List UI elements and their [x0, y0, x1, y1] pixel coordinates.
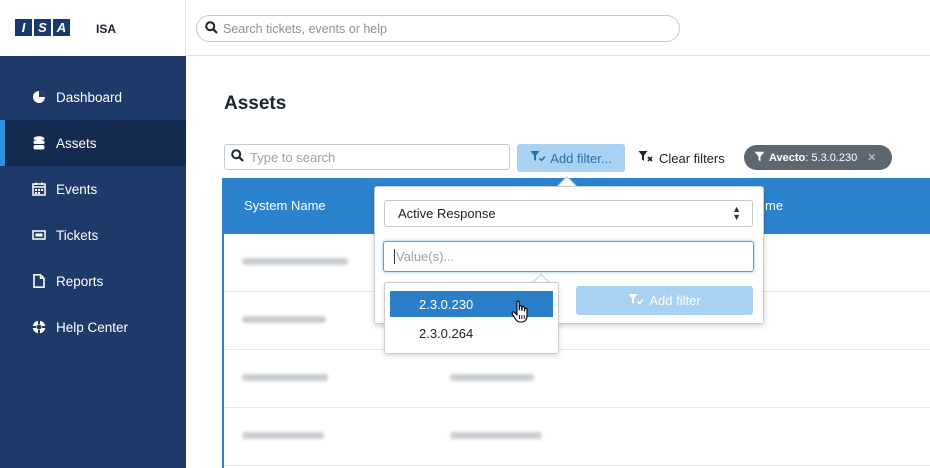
remove-filter-icon[interactable]: ✕: [867, 151, 876, 164]
sidebar: Dashboard Assets Events Tickets Reports …: [0, 56, 186, 468]
global-search-placeholder: Search tickets, events or help: [223, 21, 387, 36]
value-autocomplete-list: 2.3.0.230 2.3.0.264: [384, 282, 559, 354]
search-icon: [205, 20, 218, 37]
logo-letter-s: S: [34, 19, 51, 36]
top-bar: I S A ISA Search tickets, events or help: [0, 0, 930, 56]
sidebar-item-reports[interactable]: Reports: [0, 258, 186, 304]
sidebar-item-label: Assets: [56, 135, 97, 151]
sidebar-item-tickets[interactable]: Tickets: [0, 212, 186, 258]
search-icon: [231, 149, 244, 165]
isa-logo[interactable]: I S A: [15, 19, 70, 36]
active-filter-value: : 5.3.0.230: [805, 151, 858, 164]
lifebuoy-icon: [30, 320, 48, 334]
calendar-icon: [30, 182, 48, 196]
sidebar-item-label: Reports: [56, 273, 104, 289]
blurred-cell: [242, 316, 326, 323]
table-row[interactable]: [224, 350, 930, 408]
filter-icon: [754, 151, 765, 165]
active-filter-text: Avecto: 5.3.0.230: [769, 152, 857, 164]
filter-add-icon: [628, 293, 644, 309]
blurred-cell: [242, 374, 328, 381]
app-name: ISA: [96, 22, 117, 36]
apply-filter-label: Add filter: [649, 293, 701, 308]
sidebar-item-assets[interactable]: Assets: [0, 120, 186, 166]
sidebar-item-label: Tickets: [56, 227, 99, 243]
table-row[interactable]: [224, 408, 930, 466]
sidebar-item-dashboard[interactable]: Dashboard: [0, 74, 186, 120]
document-icon: [30, 274, 48, 288]
active-filter-key: Avecto: [769, 151, 806, 164]
column-header-system-name[interactable]: System Name: [244, 198, 326, 213]
text-cursor: [394, 249, 395, 264]
sidebar-item-label: Events: [56, 181, 98, 197]
blurred-cell: [450, 432, 542, 439]
filter-field-value: Active Response: [398, 206, 496, 221]
database-icon: [30, 136, 48, 150]
logo-area: I S A ISA: [0, 0, 186, 56]
filter-add-icon: [530, 150, 546, 166]
blurred-cell: [242, 258, 348, 265]
logo-letter-a: A: [53, 19, 70, 36]
filter-clear-icon: [638, 150, 654, 166]
select-caret-icon: ▲ ▼: [732, 204, 741, 222]
filter-field-select[interactable]: Active Response ▲ ▼: [384, 200, 753, 227]
add-filter-label: Add filter...: [550, 150, 612, 166]
blurred-cell: [450, 374, 534, 381]
hand-pointer-icon: [511, 300, 531, 327]
clear-filters-button[interactable]: Clear filters: [638, 145, 725, 171]
sidebar-item-help-center[interactable]: Help Center: [0, 304, 186, 350]
sidebar-item-label: Help Center: [56, 319, 129, 335]
asset-search-placeholder: Type to search: [250, 149, 336, 165]
logo-letter-i: I: [15, 19, 32, 36]
column-header-name[interactable]: me: [765, 198, 783, 213]
apply-filter-button[interactable]: Add filter: [576, 286, 753, 315]
add-filter-button[interactable]: Add filter...: [517, 144, 625, 172]
filter-value-placeholder: Value(s)...: [396, 249, 455, 264]
ticket-icon: [30, 229, 48, 241]
sidebar-item-label: Dashboard: [56, 89, 123, 105]
filter-value-input[interactable]: Value(s)...: [383, 241, 754, 272]
asset-search-input[interactable]: Type to search: [224, 144, 510, 170]
dashboard-icon: [30, 90, 48, 104]
sidebar-item-events[interactable]: Events: [0, 166, 186, 212]
page-title: Assets: [224, 93, 287, 114]
active-filter-chip[interactable]: Avecto: 5.3.0.230 ✕: [744, 145, 892, 170]
clear-filters-label: Clear filters: [659, 150, 725, 166]
blurred-cell: [242, 432, 324, 439]
global-search-input[interactable]: Search tickets, events or help: [196, 15, 680, 42]
